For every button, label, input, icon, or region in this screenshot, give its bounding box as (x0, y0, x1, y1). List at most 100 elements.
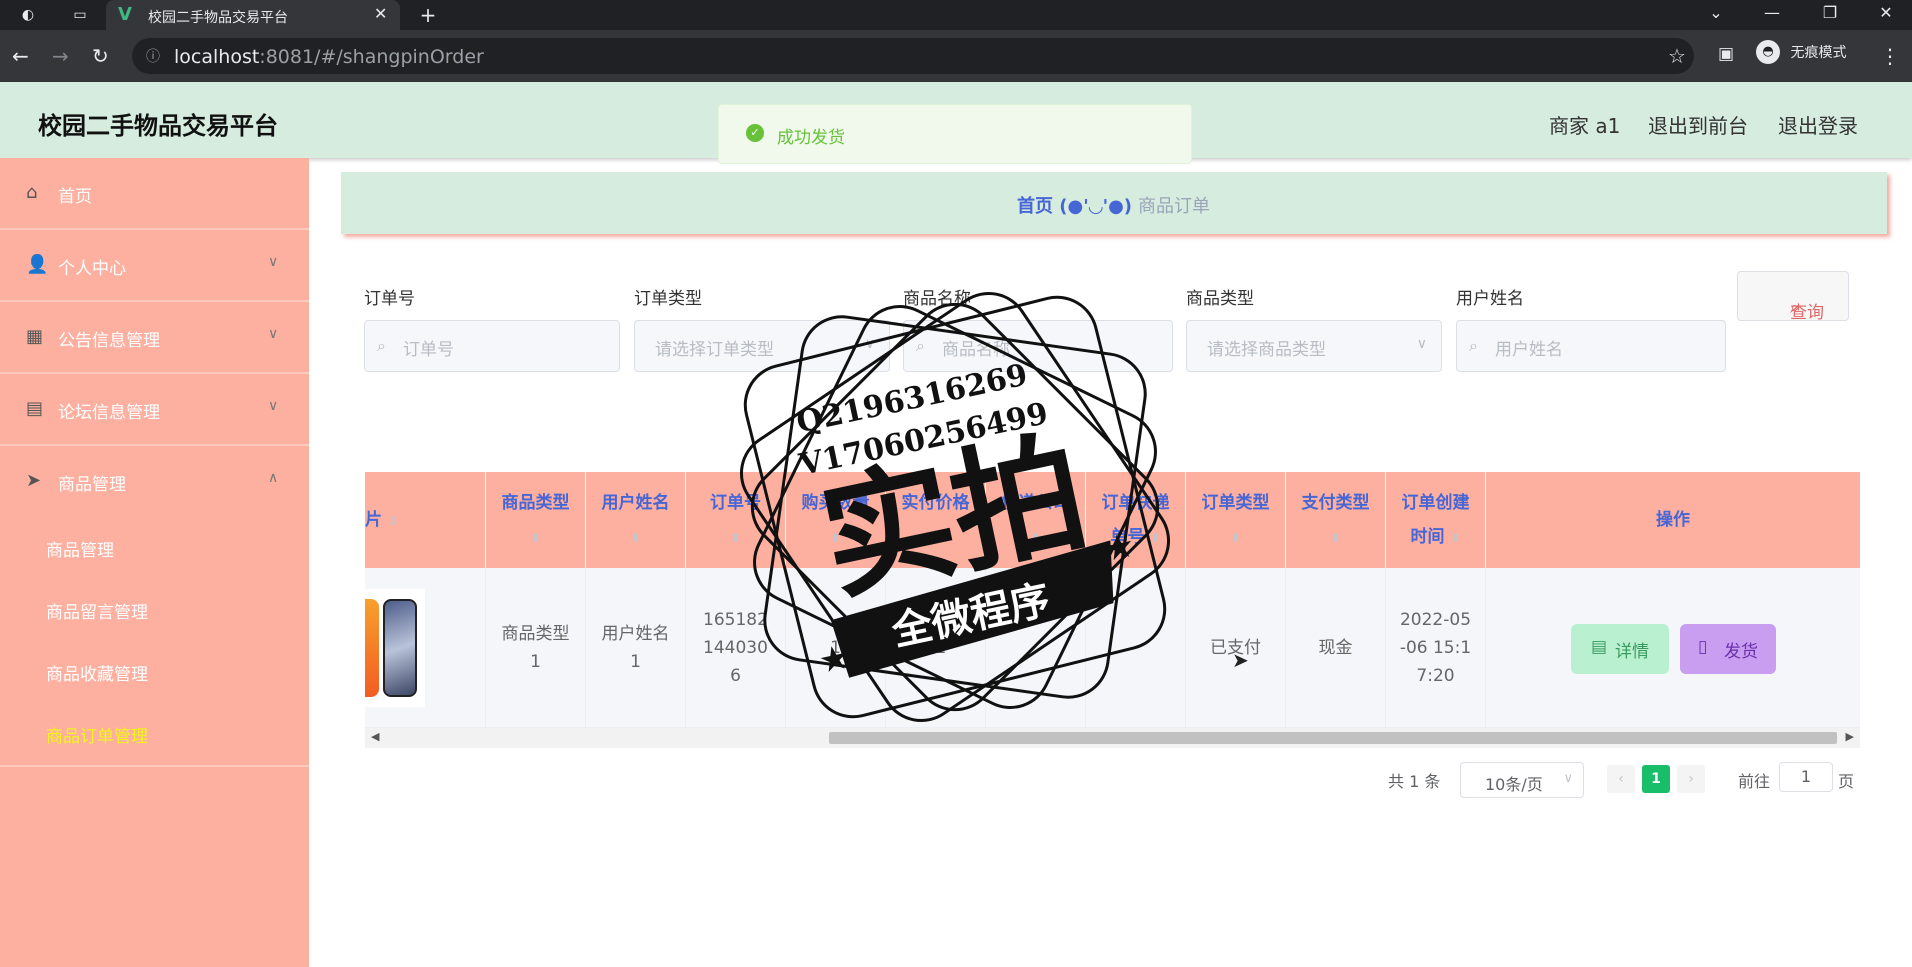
cell-goods-type: 商品类型1 (486, 568, 586, 728)
sidebar-item-notice[interactable]: ▦ 公告信息管理 ∨ (0, 302, 309, 374)
label-user-name: 用户姓名 (1456, 289, 1524, 309)
cell-courier (986, 568, 1086, 728)
logout-link[interactable]: 退出登录 (1778, 110, 1858, 139)
col-created[interactable]: 订单创建时间 ⇕ (1386, 472, 1486, 568)
brand-title: 校园二手物品交易平台 (38, 112, 278, 140)
reload-icon[interactable]: ↻ (92, 44, 109, 68)
submenu-goods-orders[interactable]: 商品订单管理 (46, 722, 148, 747)
search-icon: ⌕ (916, 336, 925, 355)
incognito-icon: ◓ (1756, 40, 1780, 64)
chart-icon: ▦ (26, 326, 44, 347)
col-order-type[interactable]: 订单类型 ⇕ (1186, 472, 1286, 568)
col-quantity[interactable]: 购买数量 ⇕ (786, 472, 886, 568)
submenu-goods-favorites[interactable]: 商品收藏管理 (46, 660, 148, 685)
address-bar[interactable]: ⓘ localhost:8081/#/shangpinOrder ☆ (132, 38, 1694, 74)
col-courier[interactable]: 快递公司 ⇕ (986, 472, 1086, 568)
user-icon: 👤 (26, 254, 49, 275)
close-tab-icon[interactable]: ✕ (374, 4, 387, 23)
forward-icon[interactable]: → (52, 44, 69, 68)
cell-image (365, 568, 486, 728)
exit-to-front-link[interactable]: 退出到前台 (1648, 110, 1748, 139)
user-name-input[interactable]: ⌕ 用户姓名 (1456, 320, 1726, 372)
cell-actions (1486, 568, 1860, 728)
goods-name-input[interactable]: ⌕ 商品名称 (903, 320, 1173, 372)
tab-grid-icon[interactable]: ▭ (70, 5, 90, 25)
label-goods-type: 商品类型 (1186, 289, 1254, 309)
search-icon: ⌕ (377, 336, 386, 355)
current-user: 商家 a1 (1549, 114, 1621, 138)
col-goods-type[interactable]: 商品类型 ⇕ (486, 472, 586, 568)
chevron-up-icon: ∧ (268, 470, 279, 486)
page-number[interactable]: 1 (1642, 765, 1670, 793)
col-user-name[interactable]: 用户姓名 ⇕ (586, 472, 686, 568)
ship-button[interactable]: ▯ 发货 (1680, 624, 1776, 674)
goods-type-select[interactable]: 请选择商品类型 ∨ (1186, 320, 1442, 372)
sidebar-item-label: 商品管理 (58, 475, 126, 495)
search-icon: ⌕ (1469, 336, 1478, 355)
horizontal-scrollbar[interactable]: ◀ ▶ (365, 728, 1860, 748)
incognito-label: 无痕模式 (1790, 45, 1847, 61)
send-icon: ➤ (26, 470, 42, 491)
breadcrumb-home[interactable]: 首页 (●'◡'●) (1017, 192, 1132, 218)
sidebar: ⌂ 首页 👤 个人中心 ∨ ▦ 公告信息管理 ∨ ▤ 论坛信息管理 ∨ ➤ 商品… (0, 158, 309, 967)
incognito-indicator[interactable]: ◓ 无痕模式 (1756, 40, 1846, 64)
new-tab-icon[interactable]: + (418, 5, 438, 25)
scroll-left-icon[interactable]: ◀ (371, 730, 379, 743)
sidebar-item-label: 论坛信息管理 (58, 403, 160, 423)
site-info-icon[interactable]: ⓘ (146, 46, 160, 66)
breadcrumb: 首页 (●'◡'●) 商品订单 (341, 172, 1887, 234)
sidebar-item-label: 公告信息管理 (58, 331, 160, 351)
sidebar-item-label: 首页 (58, 187, 92, 207)
sidebar-item-profile[interactable]: 👤 个人中心 ∨ (0, 230, 309, 302)
minimize-icon[interactable]: — (1760, 3, 1784, 22)
tab-search-icon[interactable]: ⌄ (1704, 3, 1728, 22)
chevron-down-icon: ∨ (1416, 336, 1427, 352)
menu-dots-icon[interactable]: ⋮ (1880, 44, 1900, 68)
close-window-icon[interactable]: ✕ (1874, 3, 1898, 22)
label-order-no: 订单号 (364, 289, 415, 309)
browser-toolbar: ← → ↻ ⓘ localhost:8081/#/shangpinOrder ☆… (0, 30, 1912, 82)
goto-page-input[interactable]: 1 (1779, 762, 1833, 792)
col-order-no[interactable]: 订单号 ⇕ (686, 472, 786, 568)
back-icon[interactable]: ← (12, 44, 29, 68)
col-price[interactable]: 实付价格 ⇕ (886, 472, 986, 568)
sidebar-item-home[interactable]: ⌂ 首页 (0, 158, 309, 230)
chevron-down-icon: ∨ (268, 398, 279, 414)
order-no-input[interactable]: ⌕ 订单号 (364, 320, 620, 372)
col-pay-type[interactable]: 支付类型 ⇕ (1286, 472, 1386, 568)
toast-message: 成功发货 (777, 128, 845, 148)
sidebar-item-forum[interactable]: ▤ 论坛信息管理 ∨ (0, 374, 309, 446)
table-header: 片 ⇕ 商品类型 ⇕ 用户姓名 ⇕ 订单号 ⇕ 购买数量 ⇕ 实付价格 ⇕ 快递公司 ⇕ 订… (365, 472, 1860, 568)
home-icon: ⌂ (26, 182, 38, 203)
page-size-select[interactable]: 10条/页 ∨ (1460, 762, 1584, 798)
clipboard-icon: ▤ (26, 398, 44, 419)
sidebar-item-goods[interactable]: ➤ 商品管理 ∧ (0, 446, 309, 518)
globe-icon[interactable]: ◐ (18, 5, 38, 25)
next-page-icon[interactable]: › (1677, 765, 1705, 793)
page-suffix: 页 (1838, 772, 1855, 791)
order-type-select[interactable]: 请选择订单类型 ∨ (634, 320, 890, 372)
extension-icon[interactable]: ▣ (1718, 44, 1734, 64)
detail-button[interactable]: ▤ 详情 (1571, 624, 1669, 674)
bookmark-star-icon[interactable]: ☆ (1668, 44, 1686, 68)
submenu-goods[interactable]: 商品管理 (46, 536, 114, 561)
goods-thumbnail[interactable] (365, 589, 425, 707)
cell-quantity: 1 (786, 568, 886, 728)
mouse-cursor-icon: ➤ (1232, 648, 1249, 672)
submenu-goods-comments[interactable]: 商品留言管理 (46, 598, 148, 623)
cell-order-no: 1651821440306 (686, 568, 786, 728)
query-button[interactable]: 查询 ⌕ (1737, 271, 1849, 323)
cell-created: 2022-05-06 15:17:20 (1386, 568, 1486, 728)
scroll-right-icon[interactable]: ▶ (1846, 730, 1854, 743)
col-image[interactable]: 片 ⇕ (365, 472, 486, 568)
browser-tab[interactable]: V 校园二手物品交易平台 ✕ (106, 0, 400, 30)
search-icon: ⌕ (1790, 298, 1800, 318)
cell-tracking (1086, 568, 1186, 728)
restore-icon[interactable]: ❐ (1818, 3, 1842, 22)
goto-label: 前往 (1738, 772, 1771, 791)
prev-page-icon[interactable]: ‹ (1607, 765, 1635, 793)
success-toast: ✓ 成功发货 (718, 104, 1192, 164)
scrollbar-thumb[interactable] (829, 732, 1837, 744)
col-tracking[interactable]: 订单快递单号 ⇕ (1086, 472, 1186, 568)
cell-pay-type: 现金 (1286, 568, 1386, 728)
